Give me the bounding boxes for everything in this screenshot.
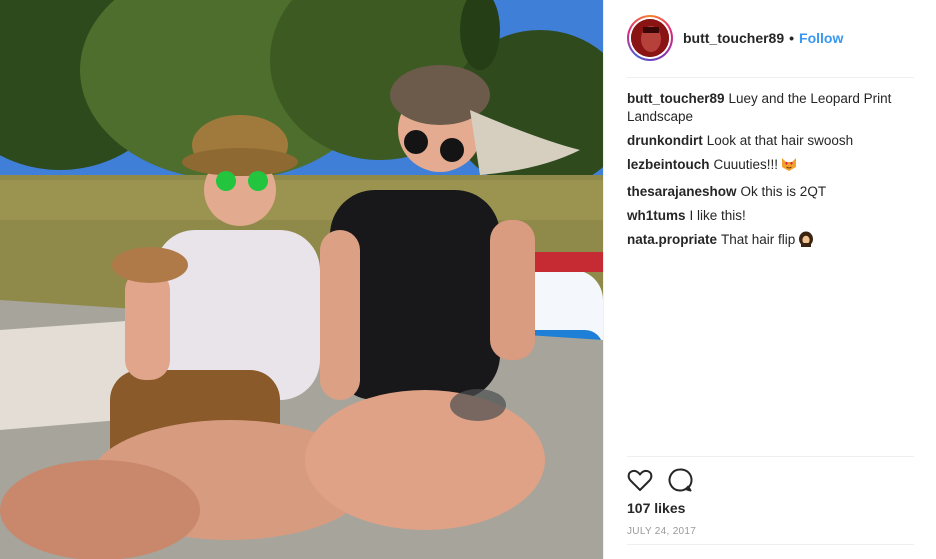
- speech-bubble-icon[interactable]: [666, 466, 694, 494]
- story-ring[interactable]: [627, 15, 673, 61]
- comment-username[interactable]: wh1tums: [627, 208, 686, 223]
- follow-button[interactable]: Follow: [799, 30, 843, 46]
- action-bar: [626, 466, 706, 494]
- heart-eyes-cat-emoji: [781, 157, 797, 177]
- comment-username[interactable]: thesarajaneshow: [627, 184, 737, 199]
- comments-list: butt_toucher89 Luey and the Leopard Print…: [627, 90, 915, 258]
- footer-divider: [627, 544, 914, 545]
- comment-text: That hair flip: [721, 232, 796, 247]
- header-divider: [627, 77, 914, 78]
- post-date[interactable]: JULY 24, 2017: [627, 526, 696, 537]
- post-sidebar: butt_toucher89 • Follow butt_toucher89 Lu…: [603, 0, 936, 559]
- heart-outline-icon[interactable]: [626, 466, 654, 494]
- comment-item: wh1tums I like this!: [627, 207, 915, 225]
- header-text: butt_toucher89 • Follow: [683, 30, 843, 46]
- avatar-image: [631, 19, 669, 57]
- separator-dot: •: [789, 30, 795, 46]
- post-header: butt_toucher89 • Follow: [627, 14, 914, 62]
- photo-illustration: [0, 0, 603, 559]
- likes-count[interactable]: 107 likes: [627, 500, 685, 516]
- woman-hair-emoji: [798, 231, 814, 252]
- post-photo[interactable]: [0, 0, 603, 559]
- comment-text: I like this!: [689, 208, 746, 223]
- comment-text: Look at that hair swoosh: [706, 133, 854, 148]
- comment-username[interactable]: drunkondirt: [627, 133, 703, 148]
- username-link[interactable]: butt_toucher89: [683, 30, 784, 46]
- avatar[interactable]: [631, 19, 669, 57]
- comment-item: thesarajaneshow Ok this is 2QT: [627, 183, 915, 201]
- comment-item: nata.propriate That hair flip: [627, 231, 915, 252]
- comment-username[interactable]: lezbeintouch: [627, 157, 710, 172]
- actions-divider: [627, 456, 914, 457]
- comment-text: Ok this is 2QT: [740, 184, 827, 199]
- comment-username[interactable]: nata.propriate: [627, 232, 717, 247]
- comment-username[interactable]: butt_toucher89: [627, 91, 725, 106]
- comment-text: Cuuuties!!!: [713, 157, 779, 172]
- comment-item: lezbeintouch Cuuuties!!!: [627, 156, 915, 177]
- comment-item: drunkondirt Look at that hair swoosh: [627, 132, 915, 150]
- caption: butt_toucher89 Luey and the Leopard Print…: [627, 90, 915, 126]
